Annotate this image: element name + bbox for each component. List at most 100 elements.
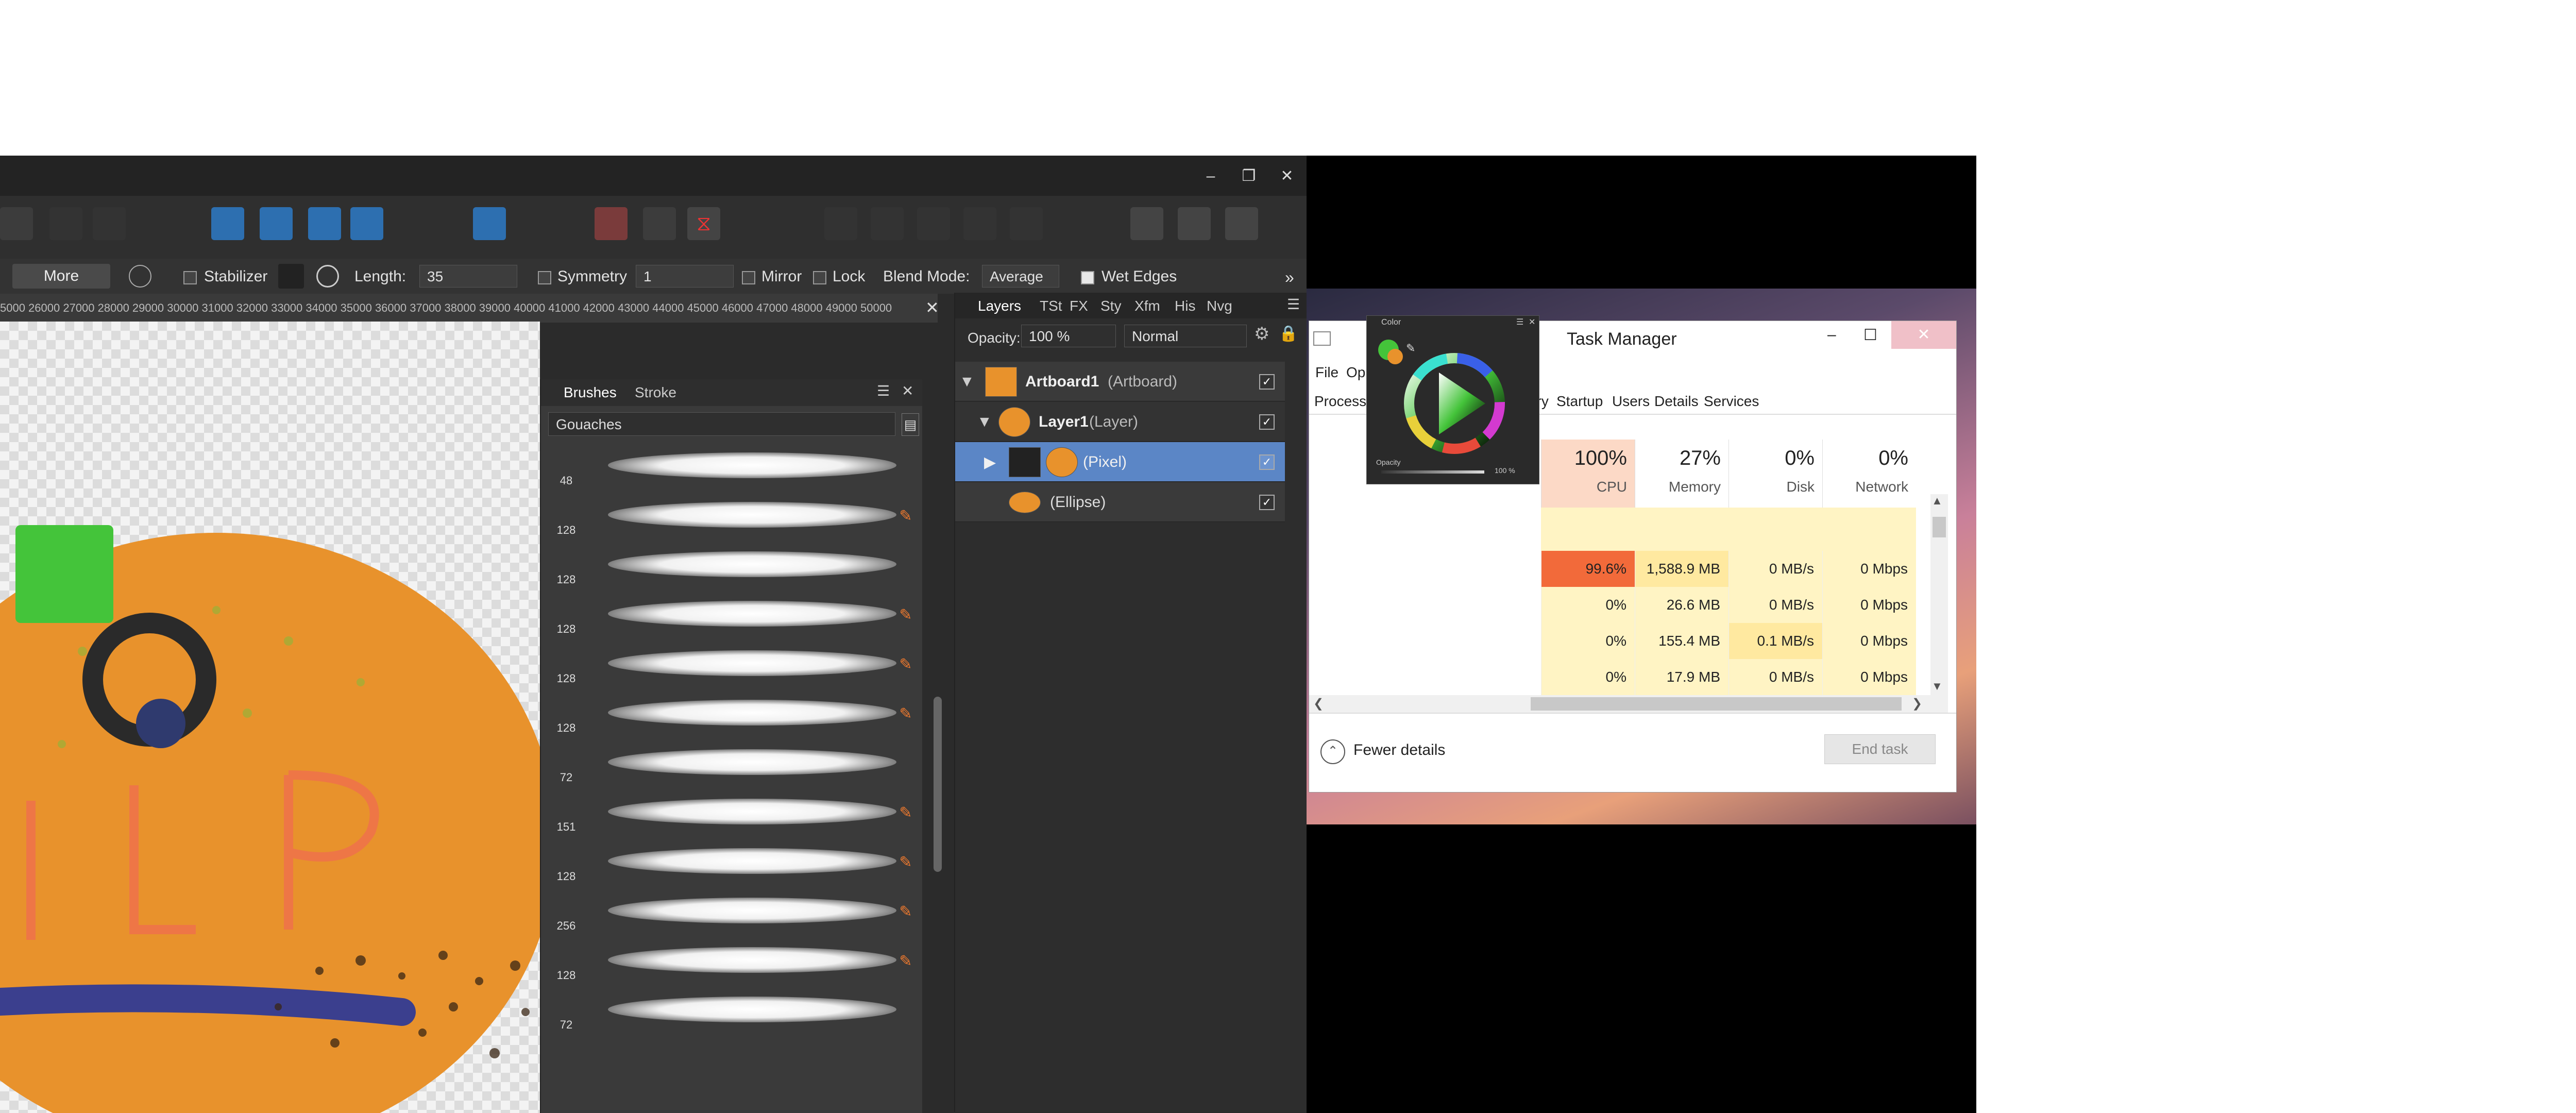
brush-settings-icon[interactable]: ✎ (896, 507, 915, 526)
flip-horizontal-icon[interactable] (211, 207, 244, 240)
scroll-thumb[interactable] (1933, 517, 1946, 537)
column-header-memory[interactable]: 27% Memory (1635, 440, 1729, 508)
brush-item[interactable]: 256 ✎ (541, 886, 922, 936)
table-row[interactable]: 0% 155.4 MB 0.1 MB/s 0 Mbps (1309, 623, 1916, 659)
symmetry-checkbox[interactable] (538, 271, 551, 284)
brush-item[interactable]: 48 (541, 441, 922, 491)
column-header-disk[interactable]: 0% Disk (1728, 440, 1823, 508)
arrange-front-icon[interactable] (93, 207, 126, 240)
layer-visibility-checkbox[interactable]: ✓ (1259, 495, 1275, 510)
brush-item[interactable]: 128 ✎ (541, 491, 922, 540)
brush-item[interactable]: 128 ✎ (541, 837, 922, 886)
restore-icon[interactable]: ❐ (1233, 161, 1264, 192)
scroll-thumb[interactable] (1531, 697, 1902, 711)
brush-item[interactable]: 128 ✎ (541, 936, 922, 985)
layer-row-pixel[interactable]: ▶ (Pixel) ✓ (955, 442, 1285, 482)
brush-settings-icon[interactable]: ✎ (896, 853, 915, 872)
opacity-field[interactable]: 100 % (1021, 325, 1116, 347)
opacity-slider[interactable] (1381, 470, 1484, 474)
tab-details[interactable]: Details (1654, 393, 1699, 410)
table-row[interactable]: 99.6% 1,588.9 MB 0 MB/s 0 Mbps (1309, 551, 1916, 587)
rotate-right-icon[interactable] (350, 207, 383, 240)
symmetry-field[interactable]: 1 (636, 265, 734, 288)
collapse-icon[interactable]: ▼ (959, 373, 975, 391)
minimize-icon[interactable]: – (1827, 326, 1836, 344)
brush-settings-icon[interactable]: ✎ (896, 606, 915, 625)
scroll-up-icon[interactable]: ▲ (1931, 494, 1943, 508)
tab-sty[interactable]: Sty (1100, 298, 1121, 314)
tab-xfm[interactable]: Xfm (1134, 298, 1160, 314)
layer-settings-gear-icon[interactable]: ⚙ (1254, 324, 1269, 344)
brush-settings-icon[interactable] (129, 265, 151, 288)
panel-menu-icon[interactable]: ☰ (1287, 296, 1300, 313)
brush-item[interactable]: 151 ✎ (541, 787, 922, 837)
tab-tst[interactable]: TSt (1040, 298, 1062, 314)
tab-his[interactable]: His (1175, 298, 1195, 314)
export-persona-icon[interactable] (1225, 207, 1258, 240)
boolean-add-icon[interactable] (824, 207, 857, 240)
brush-view-icon[interactable]: ▤ (902, 413, 919, 436)
collapse-icon[interactable]: ▼ (977, 413, 992, 431)
expand-play-icon[interactable]: ▶ (984, 453, 996, 471)
flip-vertical-icon[interactable] (260, 207, 293, 240)
assistant-icon[interactable] (1130, 207, 1163, 240)
layer-row-ellipse[interactable]: (Ellipse) ✓ (955, 482, 1285, 522)
mirror-checkbox[interactable] (742, 271, 755, 284)
brush-category-dropdown[interactable]: Gouaches (548, 412, 895, 436)
snapping-options-icon[interactable] (643, 207, 676, 240)
menu-file[interactable]: File (1315, 364, 1338, 381)
brush-item[interactable]: 128 ✎ (541, 639, 922, 688)
column-header-network[interactable]: 0% Network (1822, 440, 1917, 508)
panel-close-icon[interactable]: ✕ (902, 382, 913, 399)
menu-options[interactable]: Op (1346, 364, 1365, 381)
window-mode-icon[interactable] (316, 265, 339, 288)
horizontal-scrollbar[interactable]: ❮ ❯ (1309, 695, 1948, 713)
brush-item[interactable]: 72 (541, 738, 922, 787)
layer-visibility-checkbox[interactable]: ✓ (1259, 374, 1275, 390)
scroll-right-icon[interactable]: ❯ (1912, 696, 1922, 711)
tab-nvg[interactable]: Nvg (1207, 298, 1232, 314)
layer-blend-dropdown[interactable]: Normal (1124, 325, 1247, 347)
length-field[interactable]: 35 (419, 265, 517, 288)
boolean-intersect-icon[interactable] (917, 207, 950, 240)
tab-stroke[interactable]: Stroke (635, 384, 676, 401)
overflow-chevron-icon[interactable]: » (1285, 268, 1294, 287)
color-wheel[interactable] (1403, 352, 1506, 455)
column-header-cpu[interactable]: 100% CPU (1541, 440, 1635, 508)
boolean-divide-icon[interactable] (1010, 207, 1043, 240)
stabilizer-checkbox[interactable] (183, 271, 197, 284)
snapping-magnet-icon[interactable]: ⧖ (687, 207, 720, 240)
scroll-left-icon[interactable]: ❮ (1313, 696, 1324, 711)
tab-startup[interactable]: Startup (1556, 393, 1603, 410)
brush-item[interactable]: 72 (541, 985, 922, 1035)
scroll-down-icon[interactable]: ▼ (1931, 680, 1943, 693)
brush-settings-icon[interactable]: ✎ (896, 804, 915, 822)
wet-edges-checkbox[interactable] (1081, 271, 1094, 284)
brush-settings-icon[interactable]: ✎ (896, 952, 915, 971)
tab-users[interactable]: Users (1612, 393, 1650, 410)
panel-menu-icon[interactable]: ☰ (1516, 317, 1523, 327)
brush-item[interactable]: 128 ✎ (541, 589, 922, 639)
table-row[interactable]: 0% 17.9 MB 0 MB/s 0 Mbps (1309, 659, 1916, 695)
tab-processes[interactable]: Process (1314, 393, 1366, 410)
tab-brushes[interactable]: Brushes (564, 384, 617, 401)
end-task-button[interactable]: End task (1824, 734, 1936, 764)
tab-layers[interactable]: Layers (978, 298, 1021, 314)
lock-checkbox[interactable] (813, 271, 826, 284)
layer-row-layer1[interactable]: ▼ Layer1 (Layer) ✓ (955, 402, 1285, 442)
table-row[interactable]: 0% 26.6 MB 0 MB/s 0 Mbps (1309, 587, 1916, 623)
boolean-subtract-icon[interactable] (871, 207, 904, 240)
preferences-icon[interactable] (1178, 207, 1211, 240)
rotate-left-icon[interactable] (308, 207, 341, 240)
arrange-back-icon[interactable] (49, 207, 82, 240)
brush-item[interactable]: 128 (541, 540, 922, 589)
close-icon[interactable]: ✕ (1272, 161, 1302, 192)
tab-fx[interactable]: FX (1070, 298, 1088, 314)
arrange-icon[interactable] (0, 207, 33, 240)
brush-settings-icon[interactable]: ✎ (896, 705, 915, 723)
secondary-color-swatch[interactable] (1387, 349, 1403, 364)
minimize-icon[interactable]: – (1195, 161, 1226, 192)
brushes-scrollbar[interactable] (934, 697, 942, 872)
lock-layer-icon[interactable]: 🔒 (1279, 325, 1298, 343)
panel-close-icon[interactable]: ✕ (1529, 317, 1535, 327)
